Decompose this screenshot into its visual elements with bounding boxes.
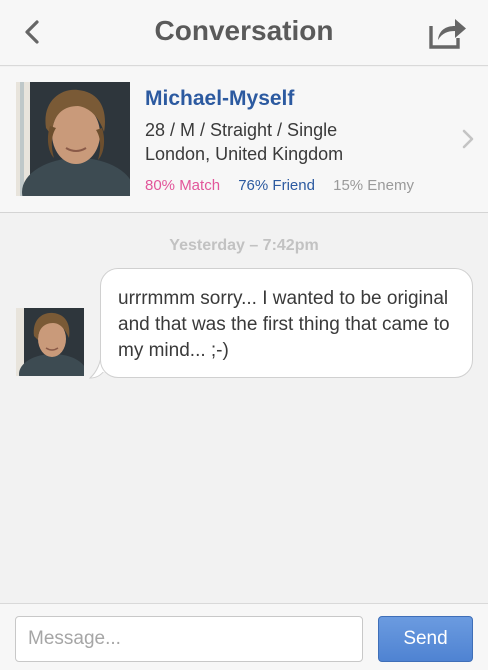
nav-bar: Conversation [0, 0, 488, 66]
profile-details: 28 / M / Straight / Single [145, 120, 338, 140]
share-button[interactable] [426, 14, 470, 52]
message-input[interactable] [15, 616, 363, 662]
message-timestamp: Yesterday – 7:42pm [169, 237, 319, 254]
share-icon [429, 19, 466, 49]
message-bubble[interactable]: urrrmmm sorry... I wanted to be original… [100, 268, 473, 378]
friend-percent: 76% Friend [238, 177, 315, 194]
message-text: urrrmmm sorry... I wanted to be original… [118, 288, 450, 361]
page-title: Conversation [154, 15, 334, 46]
compatibility-stats: 80% Match 76% Friend 15% Enemy [145, 177, 414, 194]
send-button[interactable]: Send [378, 616, 473, 662]
avatar[interactable] [16, 308, 84, 376]
enemy-percent: 15% Enemy [333, 177, 414, 194]
chevron-right-icon [462, 129, 474, 149]
profile-name: Michael-Myself [145, 87, 295, 110]
match-percent: 80% Match [145, 177, 221, 194]
profile-location: London, United Kingdom [145, 144, 344, 164]
message-composer: Send [0, 603, 488, 670]
profile-photo [16, 82, 130, 196]
profile-card[interactable]: Michael-Myself 28 / M / Straight / Singl… [0, 67, 488, 213]
